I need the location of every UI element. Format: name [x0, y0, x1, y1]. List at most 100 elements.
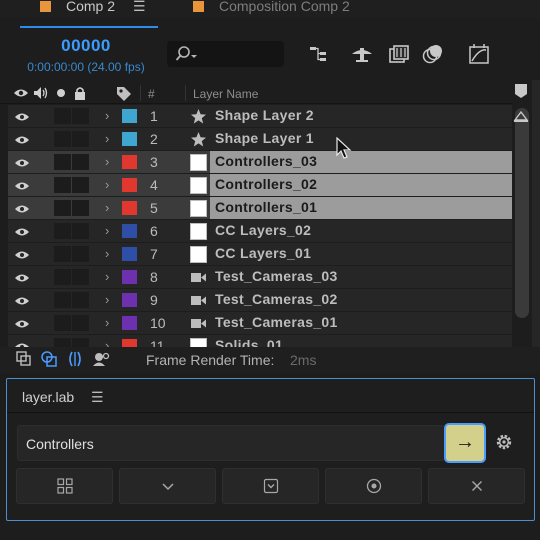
expand-chevron-icon[interactable]: › [105, 200, 109, 215]
lock-switch[interactable] [72, 246, 89, 262]
layer-name[interactable]: CC Layers_02 [215, 222, 311, 240]
expand-chevron-icon[interactable]: › [105, 269, 109, 284]
solo-switch[interactable] [54, 154, 71, 170]
lock-switch[interactable] [72, 177, 89, 193]
lock-switch[interactable] [72, 200, 89, 216]
expand-chevron-icon[interactable]: › [105, 292, 109, 307]
tab-comp-2[interactable]: Comp 2 ☰ [40, 0, 146, 16]
solo-switch[interactable] [54, 223, 71, 239]
layer-search-input[interactable] [167, 41, 284, 67]
lock-switch[interactable] [72, 315, 89, 331]
layer-name[interactable]: Test_Cameras_01 [215, 314, 338, 332]
lock-icon[interactable] [73, 86, 87, 100]
layer-row[interactable]: › 6 CC Layers_02 [8, 220, 512, 242]
expand-chevron-icon[interactable]: › [105, 154, 109, 169]
expand-chevron-icon[interactable]: › [105, 108, 109, 123]
comp-marker-icon[interactable] [512, 82, 530, 100]
layer-label-color[interactable] [122, 316, 137, 330]
eye-icon[interactable] [14, 156, 30, 174]
lock-switch[interactable] [72, 108, 89, 124]
solo-switch[interactable] [54, 269, 71, 285]
layer-label-color[interactable] [122, 293, 137, 307]
transfer-controls-icon[interactable] [41, 351, 57, 367]
select-checkbox-button[interactable] [222, 468, 319, 504]
panel-menu-icon[interactable]: ☰ [91, 389, 104, 406]
layer-label-color[interactable] [122, 339, 137, 347]
layer-row[interactable]: › 8 Test_Cameras_03 [8, 266, 512, 288]
gear-icon[interactable] [494, 432, 514, 452]
frame-blending-icon[interactable] [387, 43, 411, 65]
layer-label-color[interactable] [122, 224, 137, 238]
layer-label-color[interactable] [122, 247, 137, 261]
eye-icon[interactable] [13, 86, 29, 100]
audio-icon[interactable] [33, 86, 49, 100]
eye-icon[interactable] [14, 225, 30, 243]
render-time-icon[interactable] [92, 351, 110, 367]
solo-icon[interactable] [56, 86, 66, 100]
scrollbar-thumb[interactable] [515, 108, 529, 318]
layer-row[interactable]: › 7 CC Layers_01 [8, 243, 512, 265]
eye-icon[interactable] [14, 202, 30, 220]
layer-row[interactable]: › 2 Shape Layer 1 [8, 128, 512, 150]
eye-icon[interactable] [14, 248, 30, 266]
expand-chevron-icon[interactable]: › [105, 223, 109, 238]
layer-row[interactable]: › 9 Test_Cameras_02 [8, 289, 512, 311]
layer-name[interactable]: Solids_01 [215, 337, 283, 347]
tab-composition-comp-2[interactable]: Composition Comp 2 [193, 0, 350, 16]
grid-view-button[interactable] [16, 468, 113, 504]
lock-switch[interactable] [72, 292, 89, 308]
close-button[interactable] [428, 468, 525, 504]
eye-icon[interactable] [14, 340, 30, 347]
draft-3d-icon[interactable] [350, 43, 374, 65]
layer-row[interactable]: › 3 Controllers_03 [8, 151, 512, 173]
layer-label-color[interactable] [122, 201, 137, 215]
layer-name[interactable]: Shape Layer 1 [215, 130, 314, 148]
solo-switch[interactable] [54, 177, 71, 193]
solo-switch[interactable] [54, 108, 71, 124]
dropdown-button[interactable] [119, 468, 216, 504]
graph-editor-icon[interactable] [467, 43, 491, 65]
layer-name[interactable]: Controllers_02 [215, 176, 317, 194]
composition-flowchart-icon[interactable] [306, 43, 330, 65]
eye-icon[interactable] [14, 133, 30, 151]
motion-blur-icon[interactable] [421, 43, 445, 65]
expand-chevron-icon[interactable]: › [105, 338, 109, 347]
solo-switch[interactable] [54, 200, 71, 216]
lock-switch[interactable] [72, 154, 89, 170]
expand-chevron-icon[interactable]: › [105, 131, 109, 146]
hamburger-menu-icon[interactable]: ☰ [133, 0, 146, 15]
layer-label-color[interactable] [122, 132, 137, 146]
layer-label-color[interactable] [122, 109, 137, 123]
layer-row[interactable]: › 5 Controllers_01 [8, 197, 512, 219]
expand-chevron-icon[interactable]: › [105, 246, 109, 261]
layer-switches-icon[interactable] [16, 351, 32, 367]
apply-arrow-button[interactable]: → [444, 423, 486, 463]
layer-label-color[interactable] [122, 178, 137, 192]
current-time-display[interactable]: 00000 [0, 36, 172, 56]
layer-row[interactable]: › 11 Solids_01 [8, 335, 512, 347]
layer-filter-input[interactable]: Controllers [17, 425, 445, 461]
layer-name[interactable]: Controllers_03 [215, 153, 317, 171]
layer-row[interactable]: › 4 Controllers_02 [8, 174, 512, 196]
layer-row[interactable]: › 10 Test_Cameras_01 [8, 312, 512, 334]
eye-icon[interactable] [14, 317, 30, 335]
brainstorm-icon[interactable] [512, 108, 530, 124]
layer-label-color[interactable] [122, 155, 137, 169]
solo-switch[interactable] [54, 338, 71, 347]
solo-switch[interactable] [54, 315, 71, 331]
lock-switch[interactable] [72, 223, 89, 239]
solo-switch[interactable] [54, 131, 71, 147]
lock-switch[interactable] [72, 269, 89, 285]
layer-name[interactable]: Controllers_01 [215, 199, 317, 217]
column-layer-name[interactable]: Layer Name [193, 87, 258, 101]
expand-chevron-icon[interactable]: › [105, 177, 109, 192]
layer-label-color[interactable] [122, 270, 137, 284]
lock-switch[interactable] [72, 338, 89, 347]
lock-switch[interactable] [72, 131, 89, 147]
in-out-stretch-icon[interactable] [66, 351, 84, 367]
label-tag-icon[interactable] [116, 86, 132, 102]
solo-switch[interactable] [54, 246, 71, 262]
layer-name[interactable]: Test_Cameras_03 [215, 268, 338, 286]
eye-icon[interactable] [14, 110, 30, 128]
layer-list-scrollbar[interactable] [512, 104, 532, 347]
